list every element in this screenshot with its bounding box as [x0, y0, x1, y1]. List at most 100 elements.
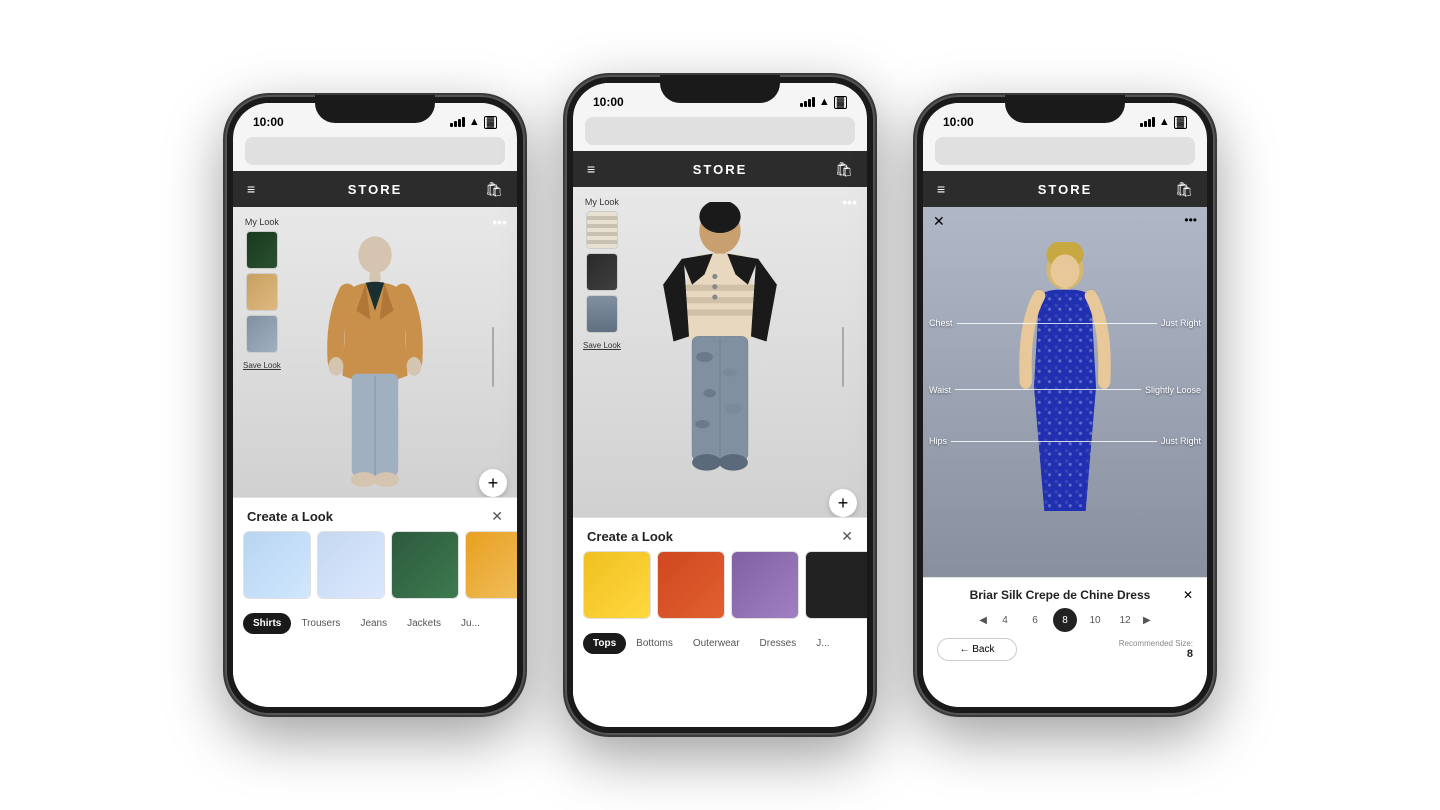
phone-2-thumb-striped[interactable]: [586, 211, 618, 249]
phone-2-thumb-jacket[interactable]: [586, 253, 618, 291]
phone-3-waist-label: Waist: [929, 385, 951, 395]
phone-3-screen: 10:00 ▲ ▓ ≡ STORE 🛍: [923, 103, 1207, 707]
phone-3-size-row: ◀ 4 6 8 10 12 ▶: [937, 608, 1193, 632]
phone-3-bottom-row: ← Back Recommended Size: 8: [937, 638, 1193, 661]
phone-2-search-bar[interactable]: [585, 117, 855, 145]
phone-2-category-tabs: Tops Bottoms Outerwear Dresses J...: [573, 627, 867, 660]
phone-2-cat-bottoms[interactable]: Bottoms: [626, 633, 683, 654]
phone-2-save-look[interactable]: Save Look: [583, 341, 621, 350]
phone-2-my-look-label: My Look: [585, 197, 619, 207]
phone-2-status-icons: ▲ ▓: [800, 96, 847, 109]
phone-3-close-icon[interactable]: ✕: [933, 213, 945, 230]
phone-1-cat-jeans[interactable]: Jeans: [350, 613, 397, 634]
phones-container: 10:00 ▲ ▓ ≡ STORE 🛍: [225, 0, 1215, 810]
phone-3-overlay-nav: ✕ •••: [923, 213, 1207, 230]
phone-3: 10:00 ▲ ▓ ≡ STORE 🛍: [915, 95, 1215, 715]
phone-2-cat-outerwear[interactable]: Outerwear: [683, 633, 750, 654]
signal-bar-2-1: [800, 103, 803, 107]
phone-3-app-nav: ≡ STORE 🛍: [923, 171, 1207, 207]
signal-bar-3: [458, 119, 461, 127]
phone-1-category-tabs: Shirts Trousers Jeans Jackets Ju...: [233, 607, 517, 640]
phone-3-size-6[interactable]: 6: [1023, 608, 1047, 632]
signal-bar-3-3: [1148, 119, 1151, 127]
phone-1-item-shirt-white[interactable]: [243, 531, 311, 599]
phone-1-menu-icon[interactable]: ≡: [247, 181, 267, 197]
phone-2-my-look-panel: My Look Save Look: [583, 197, 621, 350]
phone-2-cat-more[interactable]: J...: [806, 633, 839, 654]
phone-2-thumb-pants[interactable]: [586, 295, 618, 333]
phone-3-size-12[interactable]: 12: [1113, 608, 1137, 632]
phone-3-app-title: STORE: [1038, 182, 1093, 197]
phone-2-main-content: ✕ ••• My Look Save Look: [573, 187, 867, 727]
phone-3-hips-label: Hips: [929, 436, 947, 446]
phone-2-menu-icon[interactable]: ≡: [587, 161, 607, 177]
phone-3-size-panel: Briar Silk Crepe de Chine Dress ✕ ◀ 4 6 …: [923, 577, 1207, 707]
phone-1-cart-icon[interactable]: 🛍: [483, 181, 503, 198]
phone-1-main-content: ✕ ••• My Look Save Look: [233, 207, 517, 707]
phone-2-item-yellow[interactable]: [583, 551, 651, 619]
phone-1-thumb-blazer[interactable]: [246, 273, 278, 311]
phone-1-my-look-label: My Look: [245, 217, 279, 227]
phone-3-status-bar: 10:00 ▲ ▓: [923, 103, 1207, 133]
phone-1: 10:00 ▲ ▓ ≡ STORE 🛍: [225, 95, 525, 715]
phone-1-search-bar[interactable]: [245, 137, 505, 165]
phone-2-item-orange[interactable]: [657, 551, 725, 619]
phone-1-app-nav: ≡ STORE 🛍: [233, 171, 517, 207]
phone-1-cat-jackets[interactable]: Jackets: [397, 613, 451, 634]
phone-1-item-scarf[interactable]: [465, 531, 517, 599]
phone-1-my-look-panel: My Look Save Look: [243, 217, 281, 370]
phone-3-size-10[interactable]: 10: [1083, 608, 1107, 632]
phone-1-time: 10:00: [253, 115, 284, 129]
phone-3-menu-icon[interactable]: ≡: [937, 181, 957, 197]
phone-1-create-look-panel: Create a Look ✕ Shirts Trousers Jeans Ja…: [233, 497, 517, 707]
phone-2-wifi-icon: ▲: [819, 96, 830, 108]
phone-1-status-bar: 10:00 ▲ ▓: [233, 103, 517, 133]
phone-1-plus-button[interactable]: +: [479, 469, 507, 497]
phone-1-item-polo-green[interactable]: [391, 531, 459, 599]
phone-2-app-nav: ≡ STORE 🛍: [573, 151, 867, 187]
phone-1-panel-header: Create a Look ✕: [233, 498, 517, 531]
phone-1-cat-shirts[interactable]: Shirts: [243, 613, 291, 634]
phone-1-screen: 10:00 ▲ ▓ ≡ STORE 🛍: [233, 103, 517, 707]
phone-1-save-look[interactable]: Save Look: [243, 361, 281, 370]
phone-3-search-bar[interactable]: [935, 137, 1195, 165]
phone-2-avatar: [645, 202, 795, 512]
phone-3-avatar-area: ✕ ••• Chest Just Right Waist: [923, 207, 1207, 577]
phone-1-items-row: [233, 531, 517, 607]
phone-2-cart-icon[interactable]: 🛍: [833, 161, 853, 178]
phone-3-size-header: Briar Silk Crepe de Chine Dress ✕: [937, 588, 1193, 602]
phone-1-panel-close[interactable]: ✕: [491, 508, 503, 525]
phone-2-cat-dresses[interactable]: Dresses: [750, 633, 807, 654]
phone-3-cart-icon[interactable]: 🛍: [1173, 181, 1193, 198]
phone-2-scroll-line: [842, 327, 844, 387]
phone-1-thumb-shirt[interactable]: [246, 231, 278, 269]
phone-3-size-close[interactable]: ✕: [1183, 588, 1193, 602]
signal-bar-3-1: [1140, 123, 1143, 127]
phone-2-item-multi[interactable]: [731, 551, 799, 619]
phone-3-size-4[interactable]: 4: [993, 608, 1017, 632]
phone-3-more-icon[interactable]: •••: [1184, 213, 1197, 230]
phone-3-prev-arrow[interactable]: ◀: [979, 615, 987, 626]
signal-bar-2: [454, 121, 457, 127]
signal-bar-4: [462, 117, 465, 127]
phone-1-cat-more[interactable]: Ju...: [451, 613, 490, 634]
phone-1-item-shirt-blue[interactable]: [317, 531, 385, 599]
phone-3-next-arrow[interactable]: ▶: [1143, 615, 1151, 626]
phone-2-plus-button[interactable]: +: [829, 489, 857, 517]
phone-1-thumb-pants[interactable]: [246, 315, 278, 353]
phone-1-cat-trousers[interactable]: Trousers: [291, 613, 350, 634]
phone-1-wifi-icon: ▲: [469, 116, 480, 128]
phone-3-back-button[interactable]: ← Back: [937, 638, 1017, 661]
phone-2-panel-header: Create a Look ✕: [573, 518, 867, 551]
phone-2-tryout-area: ✕ ••• My Look Save Look: [573, 187, 867, 527]
phone-2-cat-tops[interactable]: Tops: [583, 633, 626, 654]
phone-2-item-black[interactable]: [805, 551, 867, 619]
phone-3-hips-value: Just Right: [1161, 436, 1201, 446]
phone-3-size-8[interactable]: 8: [1053, 608, 1077, 632]
signal-bar-2-3: [808, 99, 811, 107]
phone-2-items-row: [573, 551, 867, 627]
phone-3-recommended-value: 8: [1119, 648, 1193, 660]
phone-3-waist-value: Slightly Loose: [1145, 385, 1201, 395]
phone-2-panel-close[interactable]: ✕: [841, 528, 853, 545]
phone-1-battery-icon: ▓: [484, 116, 497, 129]
